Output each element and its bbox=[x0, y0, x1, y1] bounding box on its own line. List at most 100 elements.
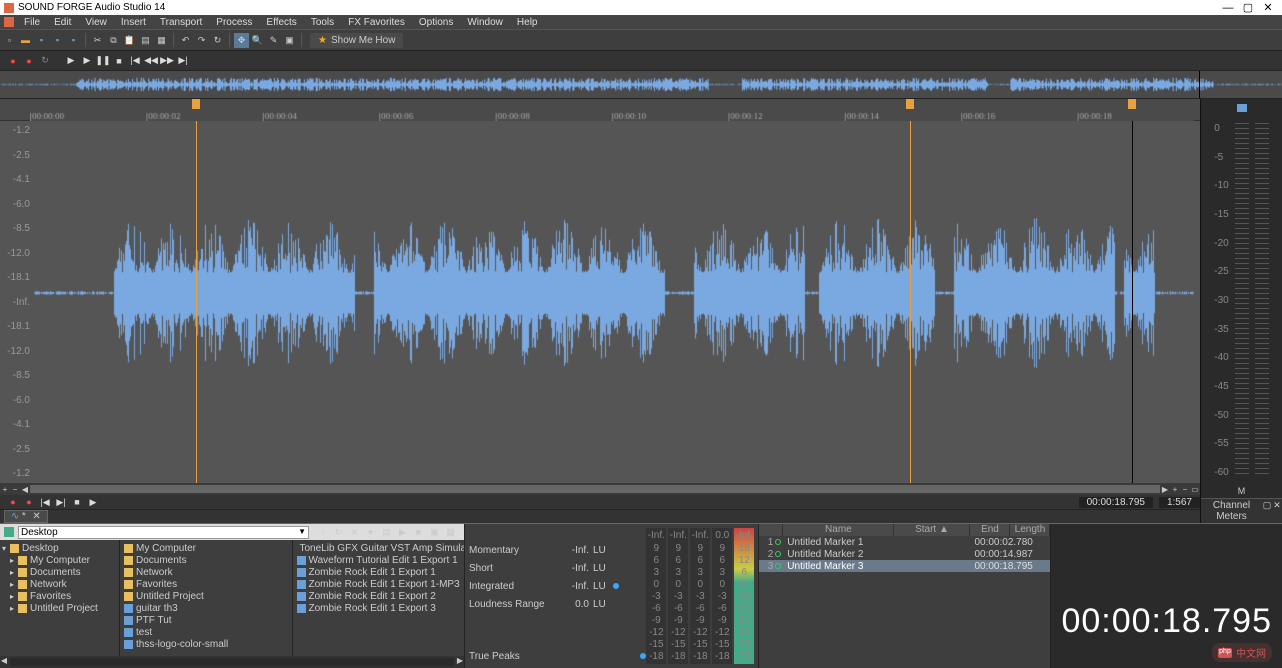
overview-strip[interactable] bbox=[0, 71, 1282, 99]
record-button[interactable]: ● bbox=[6, 54, 20, 68]
combo-dropdown-icon[interactable]: ▼ bbox=[298, 527, 308, 538]
exp-scroll-left-icon[interactable]: ◀ bbox=[0, 656, 8, 668]
list-item[interactable]: thss-logo-color-small bbox=[122, 638, 290, 650]
list-item[interactable]: Untitled Project bbox=[122, 590, 290, 602]
list-item[interactable]: Zombie Rock Edit 1 Export 2 bbox=[295, 590, 463, 602]
scroll-right-icon[interactable]: ▶ bbox=[1160, 485, 1170, 494]
menu-effects[interactable]: Effects bbox=[260, 17, 302, 28]
app-menu-icon[interactable] bbox=[4, 17, 14, 27]
exp-up-button[interactable]: ↑ bbox=[315, 525, 330, 540]
menu-help[interactable]: Help bbox=[511, 17, 544, 28]
explorer-scrollbar[interactable]: ◀ ▶ bbox=[0, 656, 464, 668]
list-item[interactable]: Network bbox=[122, 566, 290, 578]
mini-stop-button[interactable]: ■ bbox=[70, 495, 84, 509]
forward-button[interactable]: ▶▶ bbox=[160, 54, 174, 68]
zoom-fit-icon[interactable]: ▭ bbox=[1190, 485, 1200, 494]
menu-process[interactable]: Process bbox=[210, 17, 258, 28]
zoom-ratio-readout[interactable]: 1:567 bbox=[1159, 497, 1200, 508]
tree-node[interactable]: ▸Favorites bbox=[2, 590, 117, 602]
tree-node[interactable]: ▾Desktop bbox=[2, 542, 117, 554]
tree-node[interactable]: ▸My Computer bbox=[2, 554, 117, 566]
scroll-thumb[interactable] bbox=[30, 485, 1160, 493]
col-end[interactable]: End bbox=[970, 524, 1010, 536]
mini-record2-button[interactable]: ● bbox=[22, 495, 36, 509]
playback-cursor[interactable] bbox=[1132, 121, 1133, 483]
save-all-button[interactable]: ▪ bbox=[50, 33, 65, 48]
mini-play-button[interactable]: ▶ bbox=[86, 495, 100, 509]
document-tab[interactable]: ∿ * ✕ bbox=[4, 510, 48, 523]
play-all-button[interactable]: ▶ bbox=[80, 54, 94, 68]
tree-node[interactable]: ▸Network bbox=[2, 578, 117, 590]
meter-fader[interactable] bbox=[1201, 99, 1282, 117]
location-combo[interactable]: Desktop ▼ bbox=[18, 526, 309, 539]
go-end-button[interactable]: ▶| bbox=[176, 54, 190, 68]
copy-button[interactable]: ⧉ bbox=[106, 33, 121, 48]
current-time-readout[interactable]: 00:00:18.795 bbox=[1079, 497, 1153, 508]
list-item[interactable]: Documents bbox=[122, 554, 290, 566]
mini-go-start-button[interactable]: |◀ bbox=[38, 495, 52, 509]
region-row[interactable]: 1Untitled Marker 100:00:02.780 bbox=[759, 536, 1050, 548]
exp-refresh-button[interactable]: ↻ bbox=[331, 525, 346, 540]
save-button[interactable]: ▪ bbox=[34, 33, 49, 48]
scroll-plus-icon[interactable]: + bbox=[0, 485, 10, 494]
list-item[interactable]: ToneLib GFX Guitar VST Amp Simulator bbox=[295, 542, 463, 554]
region-row[interactable]: 2Untitled Marker 200:00:14.987 bbox=[759, 548, 1050, 560]
edit-tool-button[interactable]: ✥ bbox=[234, 33, 249, 48]
marker-flag-1[interactable] bbox=[192, 99, 200, 109]
list-item[interactable]: test bbox=[122, 626, 290, 638]
list-item[interactable]: Waveform Tutorial Edit 1 Export 1 bbox=[295, 554, 463, 566]
tree-node[interactable]: ▸Untitled Project bbox=[2, 602, 117, 614]
mini-record-button[interactable]: ● bbox=[6, 495, 20, 509]
go-start-button[interactable]: |◀ bbox=[128, 54, 142, 68]
maximize-button[interactable]: ▢ bbox=[1238, 1, 1258, 14]
marker-flag-2[interactable] bbox=[906, 99, 914, 109]
menu-view[interactable]: View bbox=[79, 17, 113, 28]
list-item[interactable]: PTF Tut bbox=[122, 614, 290, 626]
loop-button[interactable]: ↻ bbox=[38, 54, 52, 68]
list-item[interactable]: Favorites bbox=[122, 578, 290, 590]
exp-auto-button[interactable]: ▣ bbox=[427, 525, 442, 540]
list-item[interactable]: guitar th3 bbox=[122, 602, 290, 614]
exp-play-button[interactable]: ▶ bbox=[395, 525, 410, 540]
explorer-tree[interactable]: ▾Desktop▸My Computer▸Documents▸Network▸F… bbox=[0, 540, 120, 656]
pause-button[interactable]: ❚❚ bbox=[96, 54, 110, 68]
list-item[interactable]: Zombie Rock Edit 1 Export 3 bbox=[295, 602, 463, 614]
paste-button[interactable]: 📋 bbox=[122, 33, 137, 48]
save-as-button[interactable]: ▪ bbox=[66, 33, 81, 48]
open-button[interactable]: ▬ bbox=[18, 33, 33, 48]
redo-button[interactable]: ↷ bbox=[194, 33, 209, 48]
exp-delete-button[interactable]: ✕ bbox=[347, 525, 362, 540]
exp-scroll-right-icon[interactable]: ▶ bbox=[456, 656, 464, 668]
zoom-minus-icon[interactable]: − bbox=[1180, 485, 1190, 494]
magnify-tool-button[interactable]: 🔍 bbox=[250, 33, 265, 48]
minimize-button[interactable]: — bbox=[1218, 2, 1238, 14]
trim-button[interactable]: ▦ bbox=[154, 33, 169, 48]
scroll-left-icon[interactable]: ◀ bbox=[20, 485, 30, 494]
menu-options[interactable]: Options bbox=[413, 17, 459, 28]
cut-button[interactable]: ✂ bbox=[90, 33, 105, 48]
menu-edit[interactable]: Edit bbox=[48, 17, 77, 28]
col-start[interactable]: Start ▲ bbox=[894, 524, 970, 536]
waveform-display[interactable]: -1.2-2.5-4.1-6.0-8.5-12.0-18.1-Inf.-18.1… bbox=[0, 121, 1200, 483]
time-ruler[interactable] bbox=[0, 99, 1200, 121]
exp-views-button[interactable]: ▤ bbox=[379, 525, 394, 540]
exp-scroll-track[interactable] bbox=[10, 658, 454, 666]
tree-node[interactable]: ▸Documents bbox=[2, 566, 117, 578]
meters-close-icon[interactable]: ✕ bbox=[1272, 500, 1282, 522]
regions-header[interactable]: Name Start ▲ End Length bbox=[759, 524, 1050, 536]
marker-flag-3[interactable] bbox=[1128, 99, 1136, 109]
menu-window[interactable]: Window bbox=[461, 17, 509, 28]
pencil-tool-button[interactable]: ✎ bbox=[266, 33, 281, 48]
list-item[interactable]: Zombie Rock Edit 1 Export 1 bbox=[295, 566, 463, 578]
tab-close-icon[interactable]: ✕ bbox=[32, 511, 40, 522]
event-tool-button[interactable]: ▣ bbox=[282, 33, 297, 48]
scroll-track[interactable] bbox=[30, 485, 1160, 493]
record-arm-button[interactable]: ● bbox=[22, 54, 36, 68]
play-button[interactable]: ▶ bbox=[64, 54, 78, 68]
col-idx[interactable] bbox=[759, 524, 783, 536]
exp-list-button[interactable]: ▦ bbox=[443, 525, 458, 540]
explorer-list-1[interactable]: My ComputerDocumentsNetworkFavoritesUnti… bbox=[120, 540, 293, 656]
horizontal-scrollbar[interactable]: + − ◀ ▶ + − ▭ bbox=[0, 483, 1200, 495]
fader-knob[interactable] bbox=[1237, 104, 1247, 112]
list-item[interactable]: My Computer bbox=[122, 542, 290, 554]
